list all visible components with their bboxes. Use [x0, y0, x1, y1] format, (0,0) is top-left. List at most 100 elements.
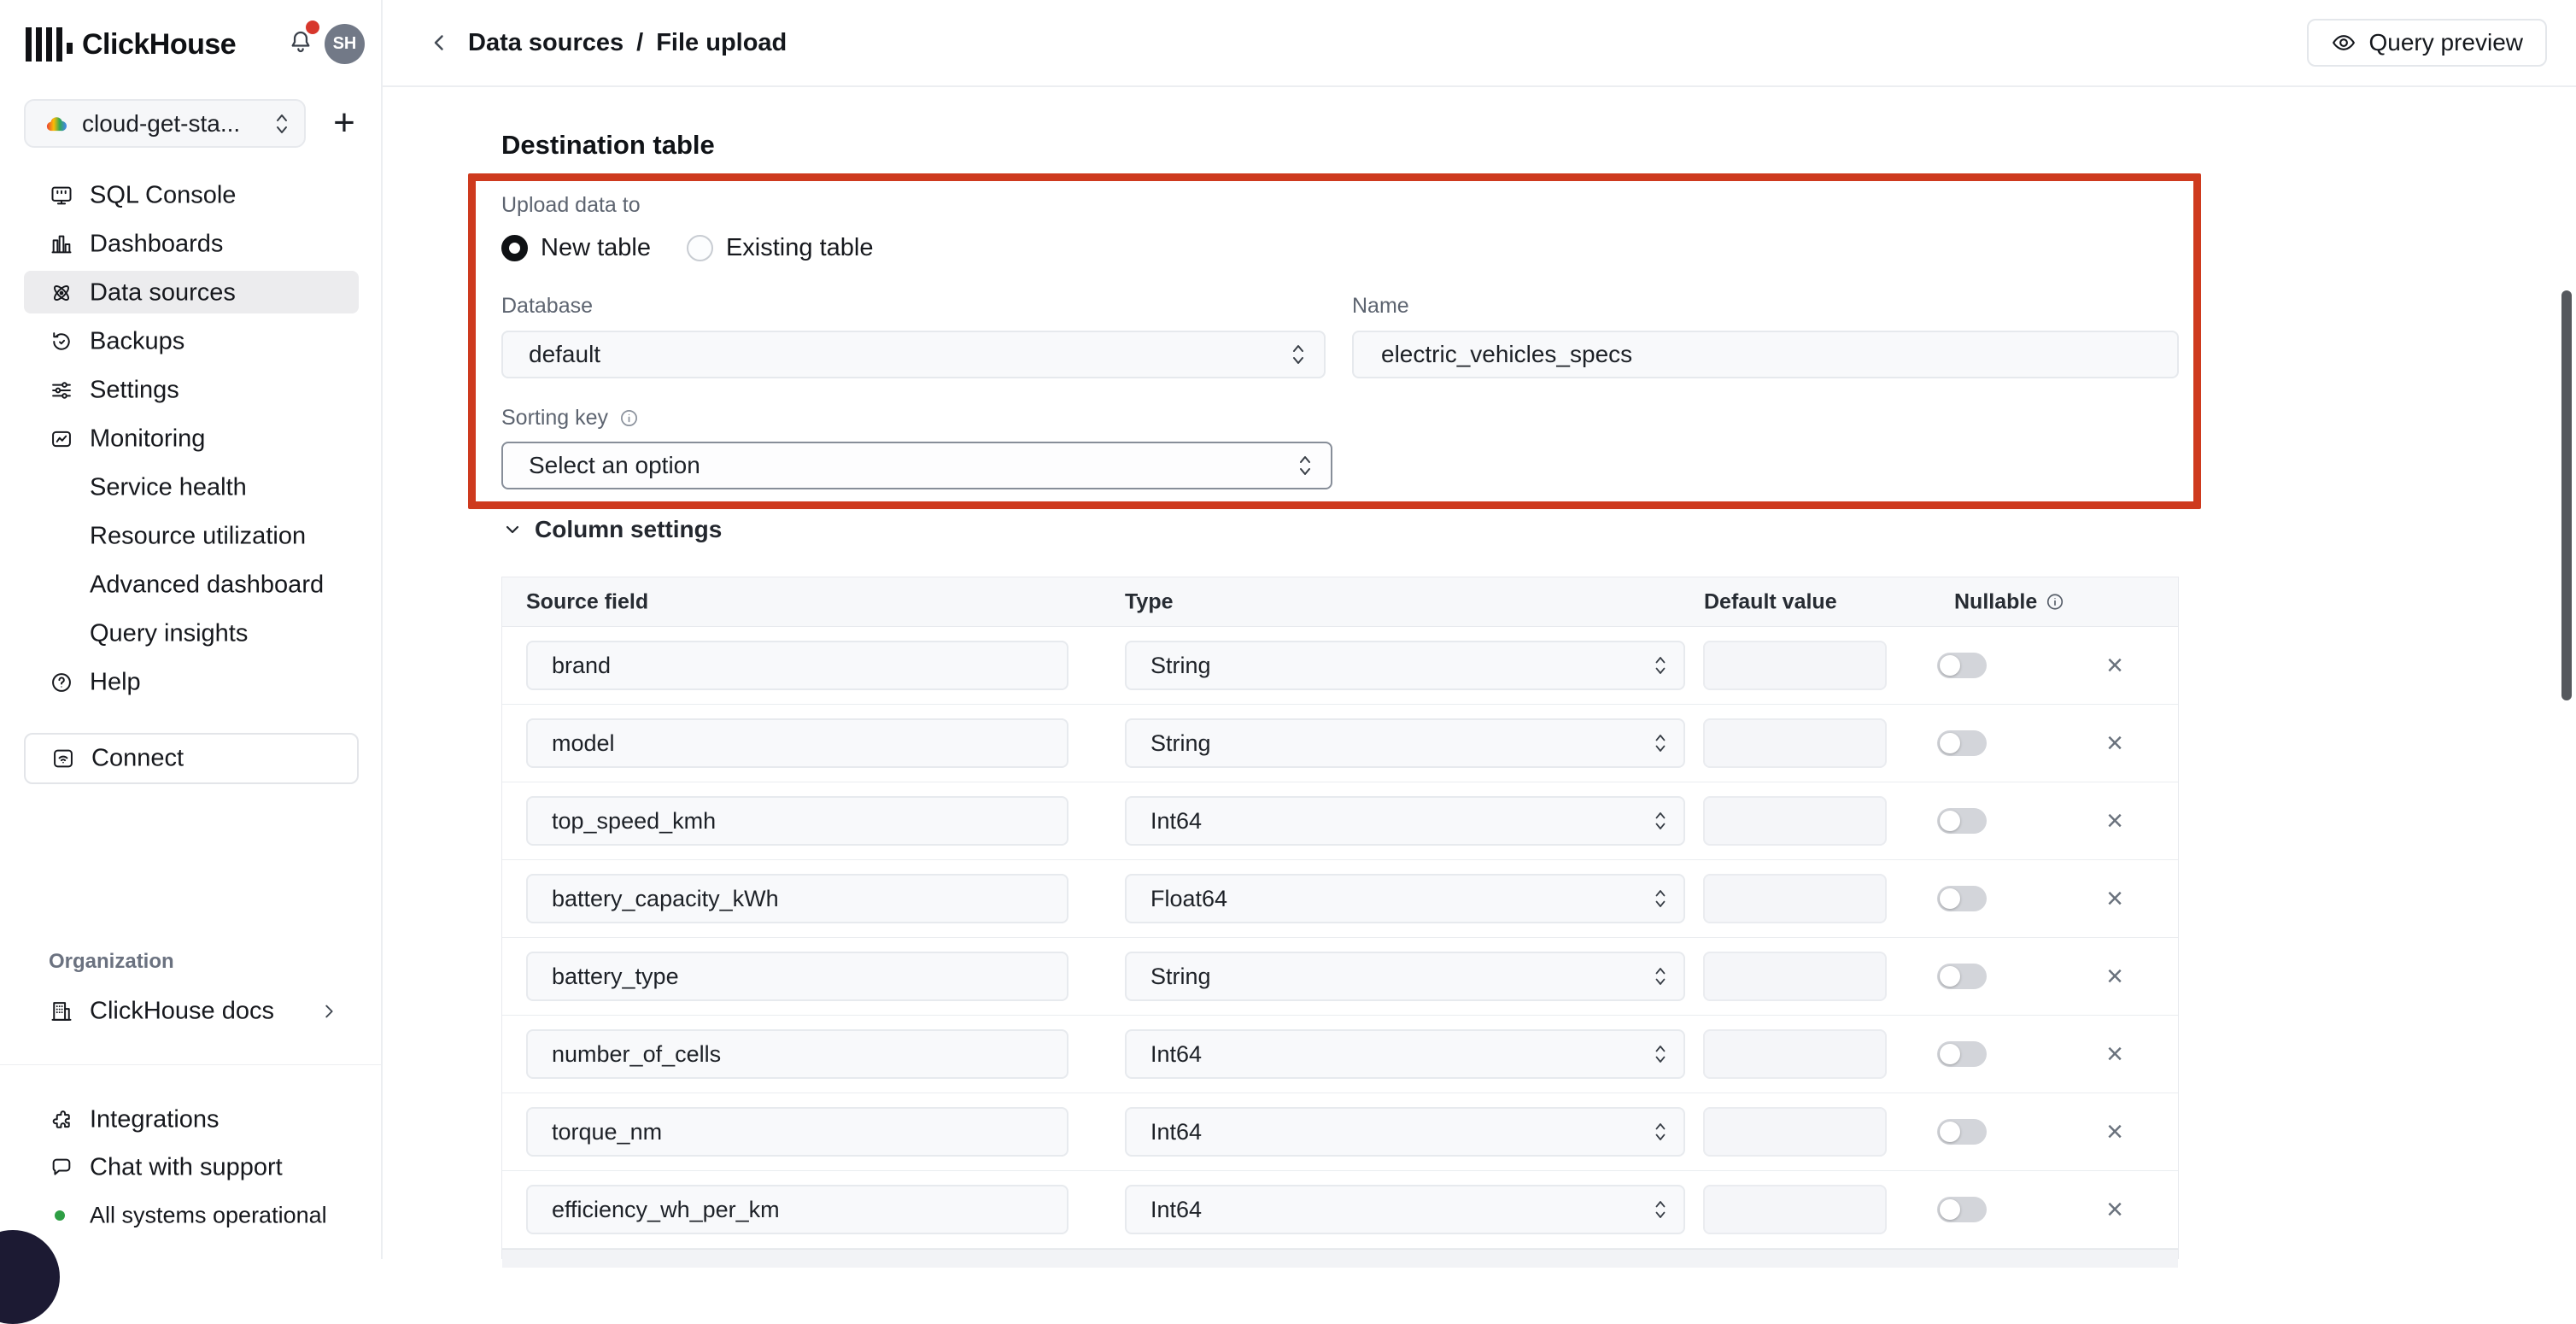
sorting-key-label: Sorting key	[501, 406, 608, 431]
database-select[interactable]: default	[501, 331, 1326, 378]
updown-chevron-icon	[1653, 1120, 1668, 1144]
header-nullable: Nullable	[1954, 589, 2064, 614]
source-field-input[interactable]	[526, 874, 1068, 923]
nullable-toggle[interactable]	[1937, 1041, 1987, 1067]
brand-name: ClickHouse	[82, 28, 236, 62]
updown-chevron-icon	[1297, 453, 1314, 478]
nullable-toggle[interactable]	[1937, 886, 1987, 911]
nullable-toggle[interactable]	[1937, 1197, 1987, 1222]
back-button[interactable]	[427, 29, 454, 56]
sidebar-item-advanced-dashboard[interactable]: Advanced dashboard	[0, 560, 381, 609]
existing-table-radio[interactable]	[687, 235, 713, 261]
table-name-input[interactable]	[1379, 340, 2134, 369]
type-select[interactable]: String	[1125, 718, 1685, 768]
terminal-icon	[50, 184, 73, 208]
default-value-input[interactable]	[1703, 1029, 1887, 1079]
sidebar: ClickHouse SH cloud-get-sta...	[0, 0, 383, 1259]
default-value-input[interactable]	[1703, 952, 1887, 1001]
sidebar-item-sql-console[interactable]: SQL Console	[0, 171, 381, 220]
default-value-input[interactable]	[1703, 1107, 1887, 1157]
remove-row-button[interactable]: ×	[2094, 880, 2135, 917]
info-icon[interactable]	[619, 408, 639, 428]
sidebar-item-clickhouse-docs[interactable]: ClickHouse docs	[0, 987, 381, 1035]
database-label: Database	[501, 294, 593, 319]
sidebar-item-label: Query insights	[90, 619, 248, 647]
connect-icon	[51, 747, 75, 770]
sidebar-item-chat-support[interactable]: Chat with support	[0, 1143, 381, 1192]
sidebar-item-query-insights[interactable]: Query insights	[0, 609, 381, 658]
chat-widget-bubble[interactable]	[0, 1230, 60, 1324]
type-select-value: Int64	[1150, 1119, 1202, 1145]
nullable-toggle[interactable]	[1937, 808, 1987, 834]
breadcrumb-data-sources[interactable]: Data sources	[468, 29, 624, 57]
source-field-input[interactable]	[526, 641, 1068, 690]
history-icon	[50, 330, 73, 354]
add-service-button[interactable]: +	[323, 101, 366, 145]
sidebar-item-integrations[interactable]: Integrations	[0, 1095, 381, 1144]
service-name: cloud-get-sta...	[82, 110, 240, 138]
source-field-input[interactable]	[526, 1029, 1068, 1079]
toggle-knob	[1940, 655, 1960, 676]
nullable-toggle[interactable]	[1937, 730, 1987, 756]
system-status[interactable]: All systems operational	[0, 1191, 381, 1239]
breadcrumb-separator: /	[636, 29, 643, 57]
source-field-input[interactable]	[526, 718, 1068, 768]
default-value-input[interactable]	[1703, 796, 1887, 846]
sidebar-item-resource-utilization[interactable]: Resource utilization	[0, 512, 381, 560]
user-avatar[interactable]: SH	[325, 24, 365, 64]
updown-chevron-icon	[1290, 342, 1307, 367]
sidebar-item-settings[interactable]: Settings	[0, 366, 381, 414]
default-value-input[interactable]	[1703, 874, 1887, 923]
updown-chevron-icon	[1653, 964, 1668, 988]
new-table-radio[interactable]	[501, 235, 528, 261]
sidebar-item-label: Dashboards	[90, 230, 223, 258]
remove-row-button[interactable]: ×	[2094, 1113, 2135, 1151]
column-settings-label: Column settings	[535, 516, 722, 543]
sidebar-item-backups[interactable]: Backups	[0, 317, 381, 366]
default-value-input[interactable]	[1703, 718, 1887, 768]
sidebar-item-data-sources[interactable]: Data sources	[0, 268, 381, 317]
remove-row-button[interactable]: ×	[2094, 802, 2135, 840]
type-select[interactable]: Int64	[1125, 1185, 1685, 1234]
remove-row-button[interactable]: ×	[2094, 958, 2135, 995]
header-source-field: Source field	[526, 589, 648, 614]
type-select[interactable]: Int64	[1125, 796, 1685, 846]
sorting-key-select[interactable]: Select an option	[501, 442, 1332, 489]
info-icon[interactable]	[2046, 593, 2064, 612]
type-select[interactable]: Float64	[1125, 874, 1685, 923]
sidebar-item-dashboards[interactable]: Dashboards	[0, 220, 381, 268]
query-preview-button[interactable]: Query preview	[2307, 19, 2547, 67]
sidebar-item-monitoring[interactable]: Monitoring	[0, 414, 381, 463]
source-field-input[interactable]	[526, 952, 1068, 1001]
nullable-toggle[interactable]	[1937, 1119, 1987, 1145]
nullable-toggle[interactable]	[1937, 653, 1987, 678]
source-field-input[interactable]	[526, 1185, 1068, 1234]
nullable-toggle[interactable]	[1937, 964, 1987, 989]
service-selector[interactable]: cloud-get-sta...	[24, 99, 306, 148]
type-select-value: String	[1150, 653, 1211, 679]
type-select[interactable]: String	[1125, 952, 1685, 1001]
updown-chevron-icon	[1653, 887, 1668, 911]
table-row: Int64 ×	[502, 1093, 2178, 1171]
vertical-scrollbar[interactable]	[2561, 290, 2572, 700]
type-select[interactable]: String	[1125, 641, 1685, 690]
type-select[interactable]: Int64	[1125, 1029, 1685, 1079]
app-window: ClickHouse SH cloud-get-sta...	[0, 0, 2576, 1259]
column-settings-toggle[interactable]: Column settings	[503, 516, 722, 543]
type-select[interactable]: Int64	[1125, 1107, 1685, 1157]
remove-row-button[interactable]: ×	[2094, 1035, 2135, 1073]
remove-row-button[interactable]: ×	[2094, 1191, 2135, 1228]
sidebar-item-help[interactable]: Help	[0, 658, 381, 706]
orbit-icon	[50, 281, 73, 305]
source-field-input[interactable]	[526, 796, 1068, 846]
remove-row-button[interactable]: ×	[2094, 724, 2135, 762]
brand-row: ClickHouse SH	[0, 0, 381, 85]
default-value-input[interactable]	[1703, 641, 1887, 690]
remove-row-button[interactable]: ×	[2094, 647, 2135, 684]
type-select-value: String	[1150, 730, 1211, 757]
sidebar-item-service-health[interactable]: Service health	[0, 463, 381, 512]
sidebar-divider	[0, 1064, 381, 1065]
default-value-input[interactable]	[1703, 1185, 1887, 1234]
source-field-input[interactable]	[526, 1107, 1068, 1157]
connect-button[interactable]: Connect	[24, 733, 359, 784]
